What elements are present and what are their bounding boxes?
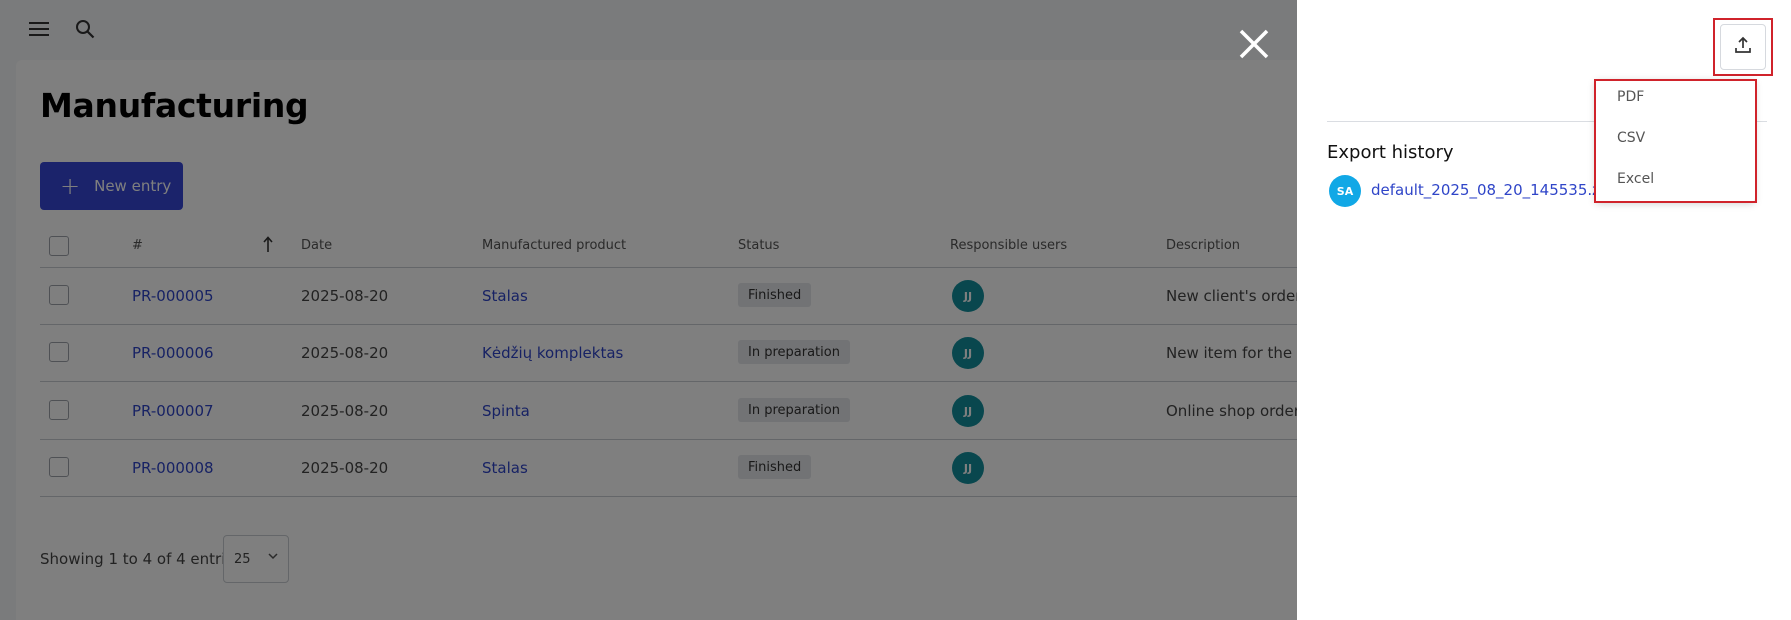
close-icon[interactable] — [1236, 26, 1272, 62]
avatar: SA — [1329, 175, 1361, 207]
export-file-link[interactable]: default_2025_08_20_145535.zip — [1371, 181, 1614, 199]
export-history-title: Export history — [1327, 142, 1454, 163]
export-button-highlight — [1713, 18, 1773, 76]
export-menu-highlight — [1594, 79, 1757, 203]
modal-backdrop[interactable] — [0, 0, 1297, 620]
